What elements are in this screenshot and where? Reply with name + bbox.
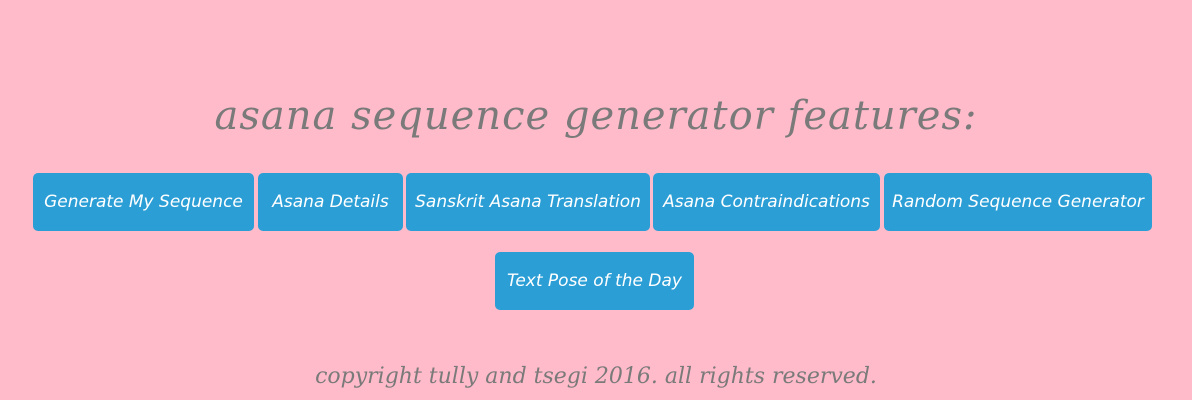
text-pose-of-the-day-button[interactable]: Text Pose of the Day	[495, 252, 694, 310]
generate-my-sequence-button[interactable]: Generate My Sequence	[33, 173, 254, 231]
copyright-footer: copyright tully and tsegi 2016. all righ…	[315, 364, 877, 389]
asana-contraindications-button[interactable]: Asana Contraindications	[653, 173, 880, 231]
sanskrit-asana-translation-button[interactable]: Sanskrit Asana Translation	[406, 173, 650, 231]
random-sequence-generator-button[interactable]: Random Sequence Generator	[884, 173, 1152, 231]
asana-details-button[interactable]: Asana Details	[258, 173, 403, 231]
page-title: asana sequence generator features:	[214, 93, 978, 139]
